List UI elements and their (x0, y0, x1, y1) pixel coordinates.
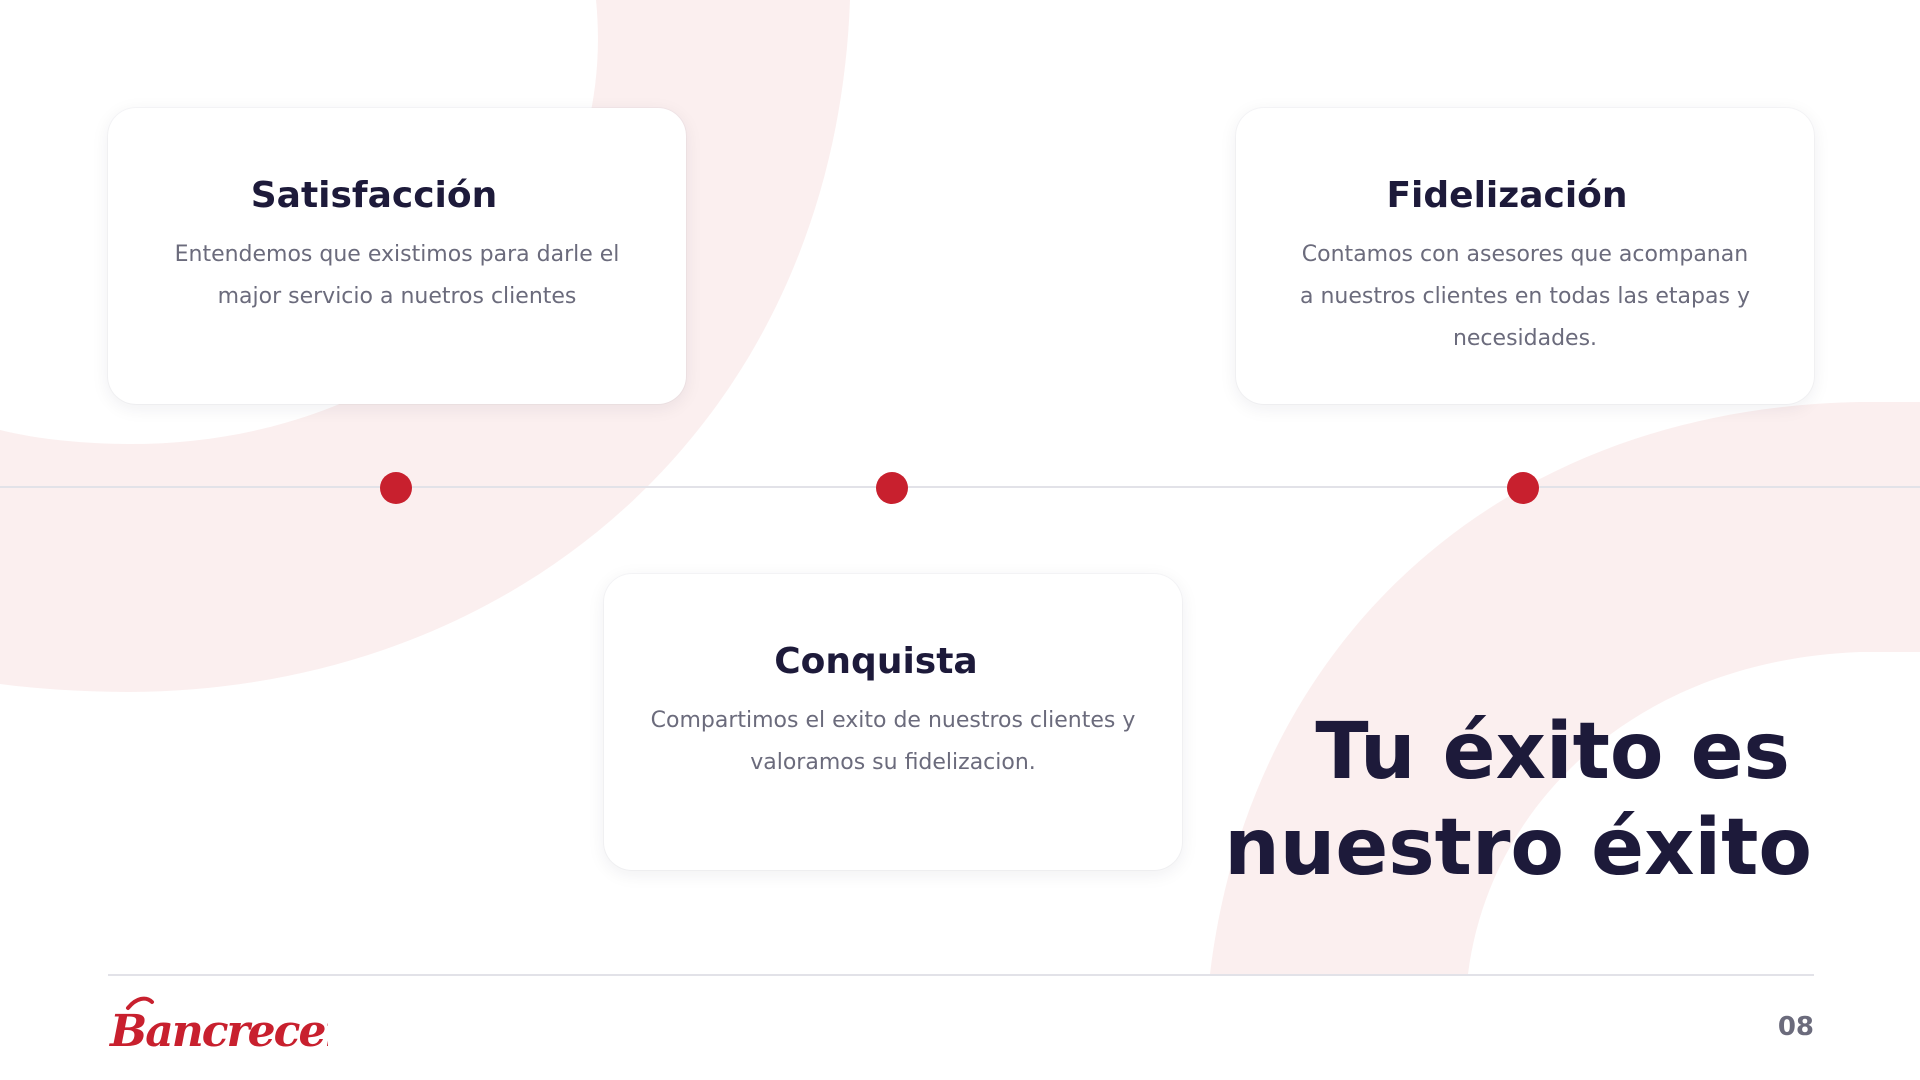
card-title: Satisfacción (250, 175, 498, 216)
page-number: 08 (1777, 1012, 1814, 1042)
card-fidelizacion: Fidelización Contamos con asesores que a… (1236, 108, 1814, 404)
timeline-dot-fidelizacion (1507, 472, 1539, 504)
headline: Tu éxito es nuestro éxito (1052, 704, 1812, 896)
logo-wordmark: Bancrecer (108, 1006, 328, 1057)
card-satisfaccion: Satisfacción Entendemos que existimos pa… (108, 108, 686, 404)
bancrecer-logo: Bancrecer (108, 996, 328, 1057)
timeline-dot-satisfaccion (380, 472, 412, 504)
headline-line-2: nuestro éxito (1224, 803, 1812, 893)
card-description: Entendemos que existimos para darle el m… (174, 242, 620, 309)
card-title: Fidelización (1386, 175, 1628, 216)
card-description: Contamos con asesores que acompanan a nu… (1300, 242, 1750, 351)
footer-divider (108, 974, 1814, 976)
card-title: Conquista (774, 641, 978, 682)
timeline-dot-conquista (876, 472, 908, 504)
headline-line-1: Tu éxito es (1315, 707, 1790, 797)
timeline-line (0, 486, 1920, 488)
